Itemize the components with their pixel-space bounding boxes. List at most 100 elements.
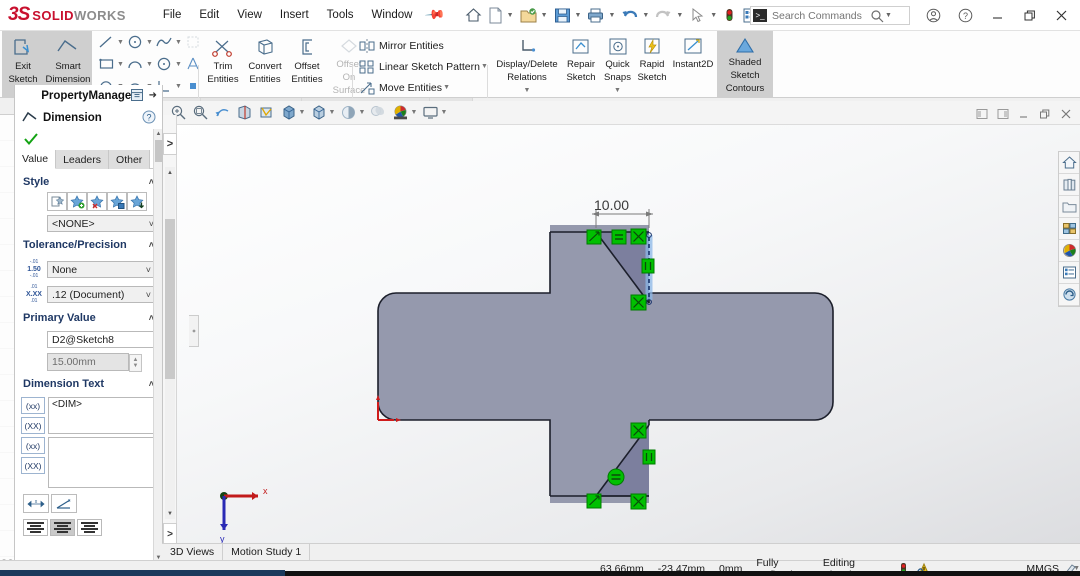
dim-text-button-4[interactable]: (XX): [21, 457, 45, 474]
dimension-text-input-1[interactable]: <DIM>: [48, 397, 156, 434]
pin-icon[interactable]: ➜: [149, 90, 157, 101]
trim-entities-button[interactable]: Trim Entities: [202, 31, 244, 98]
tab-leaders[interactable]: Leaders: [56, 150, 109, 169]
circle-tool-caret-icon[interactable]: ▼: [145, 39, 154, 46]
dual-dimension-icon[interactable]: x: [23, 494, 49, 513]
align-left-button[interactable]: [23, 519, 48, 536]
offset-entities-button[interactable]: Offset Entities: [286, 31, 328, 98]
doc-restore-icon[interactable]: [1035, 104, 1055, 124]
undo-icon[interactable]: [618, 5, 641, 26]
dimension-text-section-header[interactable]: Dimension Text ˄: [21, 371, 156, 394]
add-favorite-icon[interactable]: [67, 192, 87, 211]
save-icon[interactable]: [551, 5, 574, 26]
arc-tool-icon[interactable]: [125, 54, 145, 74]
chevron-down-icon[interactable]: ˅: [146, 265, 151, 275]
menu-item-window[interactable]: Window: [363, 5, 422, 25]
select-caret-icon[interactable]: ▼: [710, 12, 717, 19]
menu-item-view[interactable]: View: [228, 5, 271, 25]
load-favorite-icon[interactable]: [127, 192, 147, 211]
tile-left-icon[interactable]: [972, 104, 992, 124]
new-document-caret-icon[interactable]: ▼: [507, 12, 514, 19]
pm-scroll-thumb[interactable]: [155, 140, 162, 162]
apply-scene-icon[interactable]: [369, 103, 388, 122]
menu-item-file[interactable]: File: [154, 5, 191, 25]
delete-favorite-icon[interactable]: [87, 192, 107, 211]
dimension-text-input-2[interactable]: [48, 437, 156, 488]
search-caret-icon[interactable]: ▼: [885, 12, 892, 19]
search-icon[interactable]: [870, 9, 884, 23]
edit-appearance-icon[interactable]: [339, 103, 358, 122]
help-icon[interactable]: ?: [950, 3, 980, 27]
view-settings-icon[interactable]: [391, 103, 410, 122]
solidworks-forum-icon[interactable]: [1059, 284, 1079, 306]
doc-minimize-icon[interactable]: [1014, 104, 1034, 124]
quick-snaps-caret-icon[interactable]: ▼: [613, 85, 622, 96]
tile-right-icon[interactable]: [993, 104, 1013, 124]
display-delete-relations-button[interactable]: Display/Delete Relations ▼: [492, 31, 562, 98]
trim-pattern-icon[interactable]: [183, 32, 203, 52]
dimension-value-label[interactable]: 10.00: [594, 197, 629, 213]
menu-item-edit[interactable]: Edit: [190, 5, 228, 25]
doc-close-icon[interactable]: [1056, 104, 1076, 124]
dimension-value-spinner[interactable]: ▲▼: [129, 354, 142, 372]
open-folder-icon[interactable]: [517, 5, 540, 26]
style-select[interactable]: <NONE> ˅: [47, 215, 159, 232]
account-icon[interactable]: [918, 3, 948, 27]
spline-tool-icon[interactable]: [154, 32, 174, 52]
home-icon[interactable]: [462, 5, 485, 26]
splitter-handle[interactable]: [189, 315, 199, 347]
tolerance-section-header[interactable]: Tolerance/Precision ˄: [21, 232, 156, 255]
edit-appearance-caret-icon[interactable]: ▼: [358, 109, 366, 116]
display-delete-relations-caret-icon[interactable]: ▼: [523, 85, 532, 96]
previous-view-icon[interactable]: [213, 103, 232, 122]
menu-item-tools[interactable]: Tools: [318, 5, 363, 25]
hide-show-items-icon[interactable]: [309, 103, 328, 122]
add-or-update-style-icon[interactable]: [47, 192, 67, 211]
scroll-up-arrow-icon[interactable]: ▲: [165, 167, 175, 178]
graphics-area[interactable]: x y 10.00: [162, 125, 1080, 543]
restore-icon[interactable]: [1014, 3, 1044, 27]
new-document-icon[interactable]: [485, 5, 506, 26]
view-settings-caret-icon[interactable]: ▼: [410, 109, 418, 116]
dim-text-button-3[interactable]: (xx): [21, 437, 45, 454]
view-palette-icon[interactable]: [1059, 218, 1079, 240]
select-arrow-icon[interactable]: [686, 5, 709, 26]
line-tool-icon[interactable]: [96, 32, 116, 52]
pin-icon[interactable]: 📌: [424, 4, 447, 27]
rapid-sketch-button[interactable]: Rapid Sketch: [635, 31, 669, 98]
sketch-canvas[interactable]: x y: [162, 125, 1080, 543]
linear-sketch-pattern-button[interactable]: Linear Sketch Pattern ▼: [358, 56, 493, 77]
dim-text-button-1[interactable]: (xx): [21, 397, 45, 414]
zoom-to-area-icon[interactable]: [191, 103, 210, 122]
dimension-name-field[interactable]: D2@Sketch8: [47, 331, 159, 348]
tolerance-type-select[interactable]: None ˅: [47, 261, 156, 278]
panel-scrollbar[interactable]: ▲ ▼: [165, 167, 175, 519]
display-style-icon[interactable]: [279, 103, 298, 122]
instant2d-button[interactable]: Instant2D: [669, 31, 717, 98]
print-icon[interactable]: [584, 5, 607, 26]
arc-tool-caret-icon[interactable]: ▼: [145, 61, 154, 68]
print-caret-icon[interactable]: ▼: [608, 12, 615, 19]
section-view-icon[interactable]: [235, 103, 254, 122]
quick-snaps-button[interactable]: Quick Snaps ▼: [600, 31, 635, 98]
convert-entities-button[interactable]: Convert Entities: [244, 31, 286, 98]
save-caret-icon[interactable]: ▼: [575, 12, 582, 19]
scroll-thumb[interactable]: [165, 219, 175, 379]
minimize-icon[interactable]: [982, 3, 1012, 27]
design-library-icon[interactable]: [1059, 174, 1079, 196]
text-tool-icon[interactable]: [183, 54, 203, 74]
tab-motion-study-1[interactable]: Motion Study 1: [223, 544, 310, 560]
display-monitor-caret-icon[interactable]: ▼: [440, 109, 448, 116]
collapse-panel-button[interactable]: >: [163, 523, 177, 545]
style-section-header[interactable]: Style ˄: [21, 169, 156, 192]
home-task-pane-icon[interactable]: [1059, 152, 1079, 174]
chevron-down-icon[interactable]: ˅: [146, 290, 151, 300]
fillet-tool-caret-icon[interactable]: ▼: [174, 83, 183, 90]
line-tool-caret-icon[interactable]: ▼: [116, 39, 125, 46]
mirror-entities-button[interactable]: Mirror Entities: [358, 35, 448, 56]
ok-check-icon[interactable]: [23, 132, 39, 146]
angle-text-icon[interactable]: x: [51, 494, 77, 513]
save-favorite-icon[interactable]: [107, 192, 127, 211]
dimension-value-field[interactable]: 15.00mm ▲▼: [47, 353, 129, 371]
redo-caret-icon[interactable]: ▼: [676, 12, 683, 19]
